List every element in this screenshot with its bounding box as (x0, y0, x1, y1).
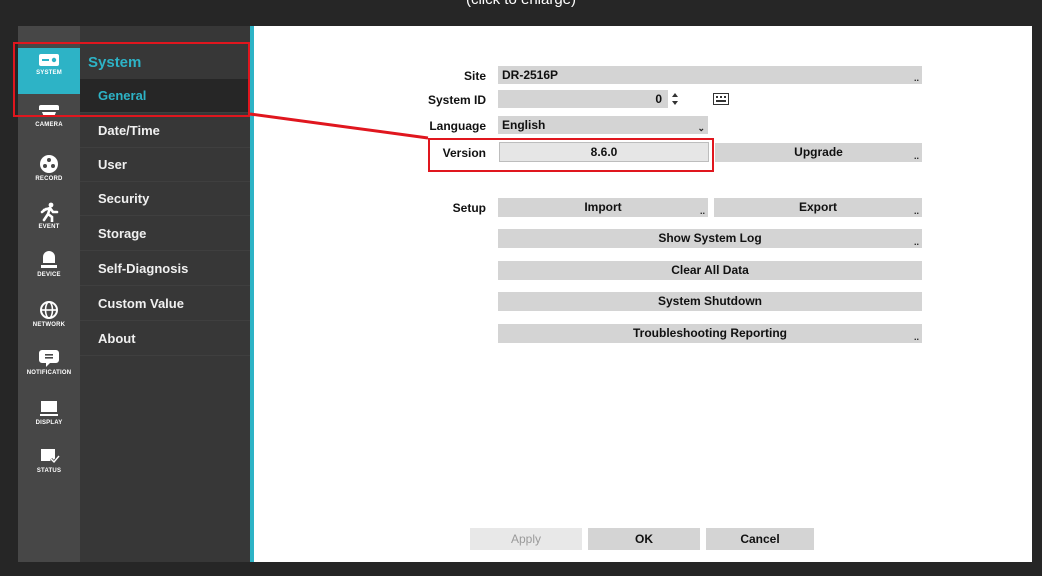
language-value: English (502, 118, 546, 132)
system-shutdown-button[interactable]: System Shutdown (498, 292, 922, 311)
device-icon (41, 251, 57, 268)
menu-item-security[interactable]: Security (80, 182, 250, 216)
troubleshooting-reporting-button[interactable]: Troubleshooting Reporting .. (498, 324, 922, 343)
category-record[interactable]: RECORD (18, 150, 80, 196)
page-caption: (click to enlarge) (0, 0, 1042, 9)
show-system-log-label: Show System Log (658, 231, 762, 245)
record-icon (40, 155, 58, 173)
category-notification[interactable]: NOTIFICATION (18, 344, 80, 390)
category-label: EVENT (38, 224, 60, 230)
more-indicator: .. (699, 206, 705, 216)
category-label: DEVICE (37, 272, 61, 278)
site-label: Site (463, 69, 486, 83)
category-label: RECORD (35, 176, 63, 182)
more-indicator: .. (913, 73, 919, 83)
troubleshooting-label: Troubleshooting Reporting (633, 326, 787, 340)
more-indicator: .. (913, 237, 919, 247)
export-label: Export (798, 200, 837, 214)
more-indicator: .. (913, 206, 919, 216)
export-button[interactable]: Export .. (714, 198, 922, 217)
more-indicator: .. (913, 151, 919, 161)
show-system-log-button[interactable]: Show System Log .. (498, 229, 922, 248)
menu-item-date-time[interactable]: Date/Time (80, 114, 250, 148)
network-icon (40, 301, 58, 319)
cancel-button[interactable]: Cancel (706, 528, 814, 550)
status-icon (41, 449, 60, 465)
more-indicator: .. (913, 332, 919, 342)
category-status[interactable]: STATUS (18, 442, 80, 488)
display-icon (40, 401, 58, 416)
menu-item-about[interactable]: About (80, 322, 250, 356)
menu-item-custom-value[interactable]: Custom Value (80, 287, 250, 321)
import-label: Import (584, 200, 622, 214)
event-icon (40, 202, 59, 222)
category-network[interactable]: NETWORK (18, 296, 80, 342)
clear-all-data-button[interactable]: Clear All Data (498, 261, 922, 280)
menu-item-self-diagnosis[interactable]: Self-Diagnosis (80, 252, 250, 286)
dvr-setup-window: SYSTEM CAMERA RECORD EVENT DEVICE NETWOR… (0, 0, 1042, 576)
language-label: Language (429, 119, 486, 133)
category-label: STATUS (36, 468, 62, 474)
upgrade-button[interactable]: Upgrade .. (715, 143, 922, 162)
chevron-down-icon: ⌄ (697, 123, 705, 133)
import-button[interactable]: Import .. (498, 198, 708, 217)
category-event[interactable]: EVENT (18, 198, 80, 244)
site-field[interactable]: DR-2516P .. (498, 66, 922, 84)
category-label: NOTIFICATION (26, 370, 72, 376)
category-label: NETWORK (32, 322, 66, 328)
category-label: DISPLAY (35, 420, 63, 426)
category-label: CAMERA (35, 122, 63, 128)
ok-button[interactable]: OK (588, 528, 700, 550)
setup-label: Setup (452, 201, 486, 215)
system-id-field[interactable]: 0 (498, 90, 668, 108)
upgrade-label: Upgrade (794, 145, 843, 159)
highlight-box-system-general (13, 42, 250, 117)
system-id-value: 0 (655, 92, 662, 106)
general-settings-panel: Site DR-2516P .. System ID 0 Language En… (254, 26, 1032, 562)
keyboard-icon[interactable] (713, 93, 729, 105)
language-select[interactable]: English ⌄ (498, 116, 708, 134)
apply-button[interactable]: Apply (470, 528, 582, 550)
menu-item-storage[interactable]: Storage (80, 217, 250, 251)
highlight-box-version (428, 138, 714, 172)
category-display[interactable]: DISPLAY (18, 394, 80, 440)
stepper-icon[interactable] (670, 91, 680, 107)
system-id-label: System ID (427, 93, 486, 107)
notification-icon (39, 350, 59, 367)
category-device[interactable]: DEVICE (18, 246, 80, 292)
site-value: DR-2516P (502, 68, 559, 82)
menu-item-user[interactable]: User (80, 148, 250, 182)
